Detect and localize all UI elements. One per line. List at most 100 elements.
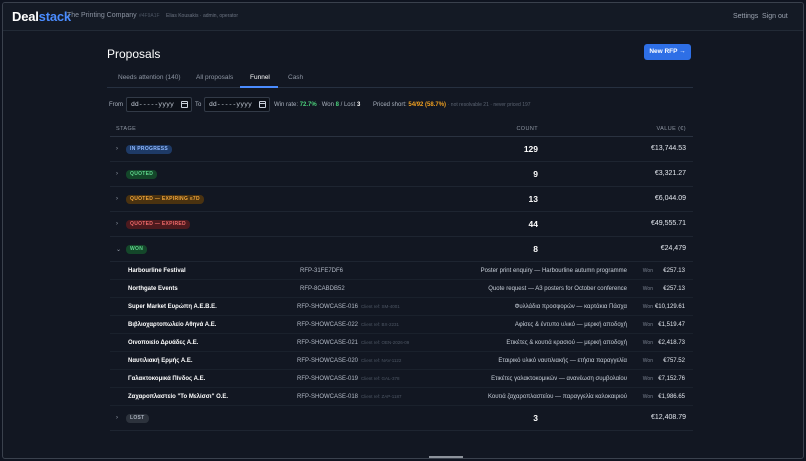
chevron-icon[interactable]: ⌄: [116, 246, 121, 253]
proposal-title: Εταιρικό υλικό ναυτιλιακής — ετήσια παρα…: [498, 358, 627, 364]
from-date-input[interactable]: dd-----yyyy: [126, 97, 192, 112]
stage-count: 8: [533, 244, 538, 254]
proposal-title: Ετικέτες γαλακτοκομικών — ανανέωση συμβο…: [491, 376, 627, 382]
rfp-ref[interactable]: RFP-SHOWCASE-022 Client ref: BX-2231: [297, 322, 399, 328]
stage-value: €12,408.79: [650, 414, 686, 421]
stage-row[interactable]: › QUOTED — EXPIRING ≤7D 13 €6,044.09: [110, 187, 693, 212]
to-label: To: [195, 102, 202, 108]
status-label: Won: [642, 340, 653, 346]
rfp-ref[interactable]: RFP-SHOWCASE-016 Client ref: SM-4001: [297, 304, 400, 310]
proposal-value: €10,129.61: [654, 304, 685, 310]
lost-count: 3: [357, 102, 361, 108]
calendar-icon[interactable]: [259, 101, 266, 108]
client-name: Harbourline Festival: [128, 268, 186, 274]
chevron-icon[interactable]: ›: [116, 196, 118, 202]
proposal-row[interactable]: Ζαχαροπλαστείο "Το Μελίσσι" Ο.Ε. RFP-SHOW…: [110, 388, 693, 406]
stage-row[interactable]: › IN PROGRESS 129 €13,744.53: [110, 137, 693, 162]
proposal-title: Quote request — A3 posters for October c…: [488, 286, 627, 292]
main-content: Proposals New RFP → Needs attention (140…: [3, 31, 803, 458]
client-name: Βιβλιοχαρτοπωλείο Αθηνά Α.Ε.: [128, 322, 217, 328]
stage-count: 9: [533, 169, 538, 179]
client-name: Οινοποιείο Δρυάδες Α.Ε.: [128, 340, 199, 346]
tab-all-proposals[interactable]: All proposals: [196, 74, 233, 81]
active-tab-indicator: [240, 86, 278, 88]
proposal-title: Φυλλάδια προσφορών — καρτάκια Πάσχα: [514, 304, 627, 310]
client-ref: Client ref: GAL-378: [361, 376, 400, 381]
proposal-row[interactable]: Super Market Ευρώπη Α.Ε.Β.Ε. RFP-SHOWCASE…: [110, 298, 693, 316]
client-name: Ναυτιλιακή Ερμής Α.Ε.: [128, 358, 193, 364]
proposal-row[interactable]: Ναυτιλιακή Ερμής Α.Ε. RFP-SHOWCASE-020 Cli…: [110, 352, 693, 370]
chevron-icon[interactable]: ›: [116, 221, 118, 227]
proposal-value: €2,418.73: [658, 340, 685, 346]
stage-badge: LOST: [126, 414, 149, 423]
stage-badge: IN PROGRESS: [126, 145, 173, 154]
rfp-ref[interactable]: RFP-SHOWCASE-021 Client ref: OEN-2026-09: [297, 340, 409, 346]
chevron-icon[interactable]: ›: [116, 146, 118, 152]
proposal-value: €257.13: [663, 286, 685, 292]
sign-out-link[interactable]: Sign out: [762, 13, 788, 20]
stage-value: €13,744.53: [650, 145, 686, 152]
proposal-row[interactable]: Οινοποιείο Δρυάδες Α.Ε. RFP-SHOWCASE-021 C…: [110, 334, 693, 352]
stage-badge: QUOTED — EXPIRING ≤7D: [126, 195, 204, 204]
stage-value: €3,321.27: [654, 170, 686, 177]
rfp-ref[interactable]: RFP-31FE7DF6: [300, 268, 346, 274]
stage-count: 13: [528, 194, 538, 204]
stage-count: 129: [523, 144, 538, 154]
app-window: Dealstack The Printing Company #4F9A1F E…: [2, 2, 804, 459]
from-label: From: [109, 102, 123, 108]
stage-row-lost[interactable]: › LOST 3 €12,408.79: [110, 406, 693, 431]
status-label: Won: [642, 358, 653, 364]
client-ref: Client ref: SM-4001: [361, 304, 400, 309]
status-label: Won: [642, 322, 653, 328]
logo[interactable]: Dealstack: [12, 9, 71, 24]
proposal-title: Αφίσες & έντυπο υλικό — μερική αποδοχή: [514, 322, 627, 328]
client-ref: Client ref: OEN-2026-09: [361, 340, 410, 345]
page-title: Proposals: [107, 47, 161, 61]
horizontal-scrollbar[interactable]: [429, 456, 463, 458]
rfp-ref[interactable]: RFP-SHOWCASE-018 Client ref: ZAP-1187: [297, 394, 401, 400]
client-name: Northgate Events: [128, 286, 178, 292]
status-label: Won: [642, 376, 653, 382]
proposal-row[interactable]: Harbourline Festival RFP-31FE7DF6 Poster p…: [110, 262, 693, 280]
proposal-row[interactable]: Γαλακτοκομικά Πίνδος Α.Ε. RFP-SHOWCASE-01…: [110, 370, 693, 388]
proposal-row[interactable]: Northgate Events RFP-8CABDB52 Quote reques…: [110, 280, 693, 298]
tab-funnel[interactable]: Funnel: [250, 74, 270, 81]
stage-badge: WON: [126, 245, 148, 254]
status-label: Won: [642, 304, 653, 310]
user-info: Elias Kousakis · admin, operator: [166, 13, 238, 19]
win-stats: Win rate: 72.7% · Won 8 / Lost 3: [274, 102, 361, 108]
priced-short-value: 54/92 (58.7%): [408, 102, 447, 108]
proposal-title: Κουτιά ζαχαροπλαστείου — παραγγελία καλο…: [487, 394, 627, 400]
stage-count: 3: [533, 413, 538, 423]
new-rfp-button[interactable]: New RFP →: [644, 44, 691, 60]
tab-needs-attention[interactable]: Needs attention (140): [118, 74, 181, 81]
stage-value: €24,479: [660, 245, 686, 252]
priced-stats: Priced short: 54/92 (58.7%) · not resolv…: [373, 102, 531, 108]
stage-row[interactable]: › QUOTED — EXPIRED 44 €49,555.71: [110, 212, 693, 237]
chevron-icon[interactable]: ›: [116, 171, 118, 177]
proposal-value: €257.13: [663, 268, 685, 274]
calendar-icon[interactable]: [181, 101, 188, 108]
chevron-right-icon[interactable]: ›: [116, 415, 118, 421]
funnel-table: STAGE COUNT VALUE (€) › IN PROGRESS 129 €13…: [110, 121, 693, 431]
col-count: COUNT: [516, 126, 538, 132]
stage-value: €49,555.71: [650, 220, 686, 227]
client-ref: Client ref: NAV-1122: [361, 358, 402, 363]
settings-link[interactable]: Settings: [733, 13, 758, 20]
status-label: Won: [642, 268, 653, 274]
to-date-input[interactable]: dd-----yyyy: [204, 97, 270, 112]
client-name: Super Market Ευρώπη Α.Ε.Β.Ε.: [128, 304, 217, 310]
tab-cash[interactable]: Cash: [288, 74, 303, 81]
stage-badge: QUOTED — EXPIRED: [126, 220, 190, 229]
rfp-ref[interactable]: RFP-8CABDB52: [300, 286, 348, 292]
rfp-ref[interactable]: RFP-SHOWCASE-019 Client ref: GAL-378: [297, 376, 400, 382]
proposal-row[interactable]: Βιβλιοχαρτοπωλείο Αθηνά Α.Ε. RFP-SHOWCASE…: [110, 316, 693, 334]
priced-note: · not resolvable 21 · never priced 197: [447, 102, 531, 108]
company-name: The Printing Company: [67, 12, 137, 19]
stage-row[interactable]: ⌄ WON 8 €24,479: [110, 237, 693, 262]
status-label: Won: [642, 286, 653, 292]
stage-row[interactable]: › QUOTED 9 €3,321.27: [110, 162, 693, 187]
rfp-ref[interactable]: RFP-SHOWCASE-020 Client ref: NAV-1122: [297, 358, 401, 364]
proposal-value: €1,519.47: [658, 322, 685, 328]
proposal-title: Poster print enquiry — Harbourline autum…: [480, 268, 627, 274]
